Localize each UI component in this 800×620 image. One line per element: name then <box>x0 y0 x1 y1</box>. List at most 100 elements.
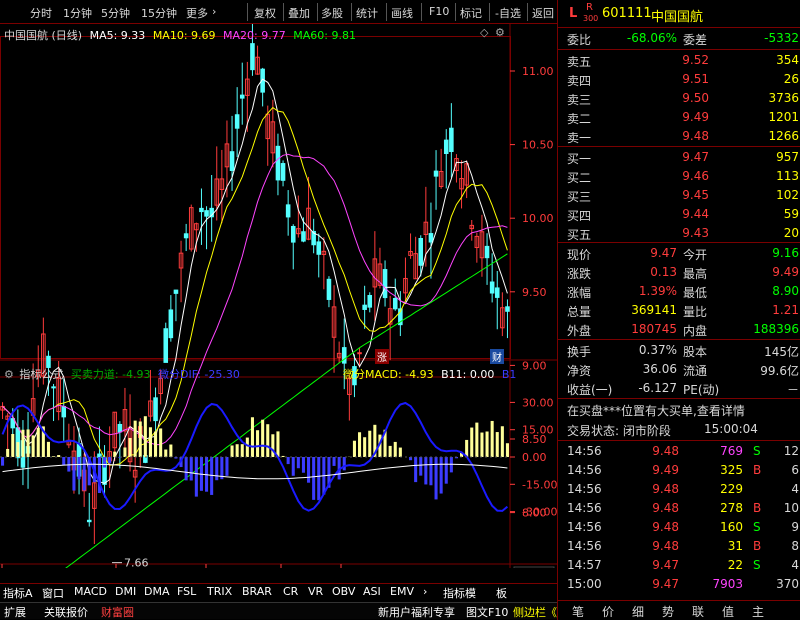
tab-macd[interactable]: MACD <box>74 585 107 598</box>
tab-asi[interactable]: ASI <box>363 585 381 598</box>
tick-time: 14:56 <box>567 482 602 496</box>
settings-icon[interactable]: ⚙ <box>4 368 14 381</box>
notice-text[interactable]: 在买盘***位置有大买单,查看详情 <box>567 402 745 419</box>
tab-cr[interactable]: CR <box>283 585 298 598</box>
level-label: 买四 <box>567 209 592 223</box>
stat-value: 9.49 <box>772 265 799 279</box>
tool-huaxian-button[interactable]: 画线 <box>391 5 413 21</box>
level-price: 9.44 <box>682 207 709 221</box>
tool-duogu-button[interactable]: 多股 <box>321 5 343 21</box>
extension-tab-bar: 扩展 关联报价 财富圈 新用户福利专享 图文F10 侧边栏《 <box>0 602 557 619</box>
tab-guanlian[interactable]: 关联报价 <box>44 604 88 620</box>
candle-body <box>484 245 490 259</box>
stat-label: 总量 <box>567 305 592 319</box>
period-tab-1min[interactable]: 1分钟 <box>63 5 92 21</box>
tick-row: 14:56 9.48 769 S 12 <box>558 442 800 461</box>
top-toolbar: 分时 1分钟 5分钟 15分钟 更多 › 复权 叠加 多股 统计 画线 F10 … <box>0 0 557 24</box>
tab-kuozhan[interactable]: 扩展 <box>4 604 26 620</box>
indicator-menu[interactable]: 指标公式 <box>19 368 63 381</box>
tab-zhibiao-a[interactable]: 指标A <box>3 585 33 601</box>
notice-row[interactable]: 在买盘***位置有大买单,查看详情 <box>558 400 800 419</box>
tab-newuser[interactable]: 新用户福利专享 <box>378 604 455 620</box>
stat-row: 净资 36.06 流通 99.6亿 <box>558 360 800 379</box>
tab-caifuquan[interactable]: 财富圈 <box>101 604 134 620</box>
period-tab-fenshi[interactable]: 分时 <box>30 5 52 21</box>
candle-body <box>290 225 296 243</box>
diamond-icon[interactable]: ◇ <box>480 26 488 39</box>
tool-diejia-button[interactable]: 叠加 <box>288 5 310 21</box>
toolbar-divider <box>283 3 284 21</box>
tab-trix[interactable]: TRIX <box>207 585 232 598</box>
tab-lian[interactable]: 联 <box>692 603 704 620</box>
stat-row: 涨跌 0.13 最高 9.49 <box>558 263 800 282</box>
tab-zhibiao-mo[interactable]: 指标模 <box>443 585 476 601</box>
tab-fsl[interactable]: FSL <box>177 585 196 598</box>
tab-vr[interactable]: VR <box>308 585 323 598</box>
candle-body <box>494 287 500 298</box>
toolbar-divider <box>386 3 387 21</box>
tag-zhang[interactable]: 涨 <box>375 349 389 364</box>
tab-xi[interactable]: 细 <box>632 603 644 620</box>
tab-dma[interactable]: DMA <box>144 585 170 598</box>
period-tab-more[interactable]: 更多 <box>186 5 208 21</box>
tick-side: B <box>753 463 762 477</box>
level-label: 买一 <box>567 152 592 166</box>
period-tab-15min[interactable]: 15分钟 <box>141 5 177 21</box>
tab-jia[interactable]: 价 <box>602 603 614 620</box>
tool-tongji-button[interactable]: 统计 <box>356 5 378 21</box>
candle-body <box>433 170 439 177</box>
candle-body <box>280 163 286 181</box>
tick-volume: 160 <box>720 520 743 534</box>
level-price: 9.50 <box>682 91 709 105</box>
stat-label: 内盘 <box>683 324 708 338</box>
tab-bi[interactable]: 笔 <box>572 603 584 620</box>
chart-area[interactable]: 11.0010.5010.009.509.008.508.007.5030.00… <box>0 24 557 568</box>
tab-emv[interactable]: EMV <box>390 585 414 598</box>
tab-zhu[interactable]: 主 <box>752 603 764 620</box>
tool-zixuan-button[interactable]: -自选 <box>495 5 521 21</box>
indicator-line-c: 微分MACD: -4.93 <box>343 368 434 381</box>
tool-f10-button[interactable]: F10 <box>429 5 449 18</box>
sell-level-row: 卖五 9.52 354 <box>558 51 800 70</box>
stat-row: 收益(一) -6.127 PE(动) － <box>558 379 800 398</box>
level-label: 买五 <box>567 228 592 242</box>
stat-label: 收益(一) <box>567 383 613 397</box>
tool-biaoji-button[interactable]: 标记 <box>460 5 482 21</box>
tab-window[interactable]: 窗口 <box>42 585 64 601</box>
tick-volume: 278 <box>720 501 743 515</box>
tab-tuwen-f10[interactable]: 图文F10 <box>466 604 508 620</box>
tab-shi[interactable]: 势 <box>662 603 674 620</box>
stat-value: 145亿 <box>764 345 799 359</box>
stat-label: 最高 <box>683 267 708 281</box>
toolbar-divider <box>489 3 490 21</box>
candle-body <box>250 43 255 71</box>
low-label: 7.66 <box>124 557 149 568</box>
candle-body <box>234 114 240 129</box>
tick-volume: 325 <box>720 463 743 477</box>
tab-obv[interactable]: OBV <box>332 585 355 598</box>
candle-body <box>418 238 424 266</box>
stat-label: 换手 <box>567 345 592 359</box>
stat-row: 涨幅 1.39% 最低 8.90 <box>558 282 800 301</box>
tab-dmi[interactable]: DMI <box>115 585 136 598</box>
tab-brar[interactable]: BRAR <box>242 585 272 598</box>
settings-icon[interactable]: ⚙ <box>495 26 505 39</box>
stat-value: 1.21 <box>772 303 799 317</box>
ma60-label: MA60: 9.81 <box>293 29 356 42</box>
tab-ban[interactable]: 板 <box>496 585 507 601</box>
tab-zhi[interactable]: 值 <box>722 603 734 620</box>
tool-fanhui-button[interactable]: 返回 <box>532 5 554 21</box>
stat-row: 换手 0.37% 股本 145亿 <box>558 341 800 360</box>
quote-panel: L R 300 601111 中国国航 委比 -68.06% 委差 -5332 … <box>557 0 800 620</box>
stock-code: 601111 <box>602 6 652 21</box>
tab-sidebar[interactable]: 侧边栏《 <box>513 604 557 620</box>
tag-cai[interactable]: 财 <box>490 349 504 364</box>
tool-fuquan-button[interactable]: 复权 <box>254 5 276 21</box>
tab-scroll-right[interactable]: › <box>423 585 427 598</box>
candle-body <box>204 210 209 217</box>
kline-chart[interactable]: 11.0010.5010.009.509.008.508.007.5030.00… <box>0 24 557 568</box>
period-tab-5min[interactable]: 5分钟 <box>101 5 130 21</box>
candle-body <box>301 231 306 242</box>
candle-body <box>229 151 235 171</box>
candle-body <box>326 278 332 300</box>
